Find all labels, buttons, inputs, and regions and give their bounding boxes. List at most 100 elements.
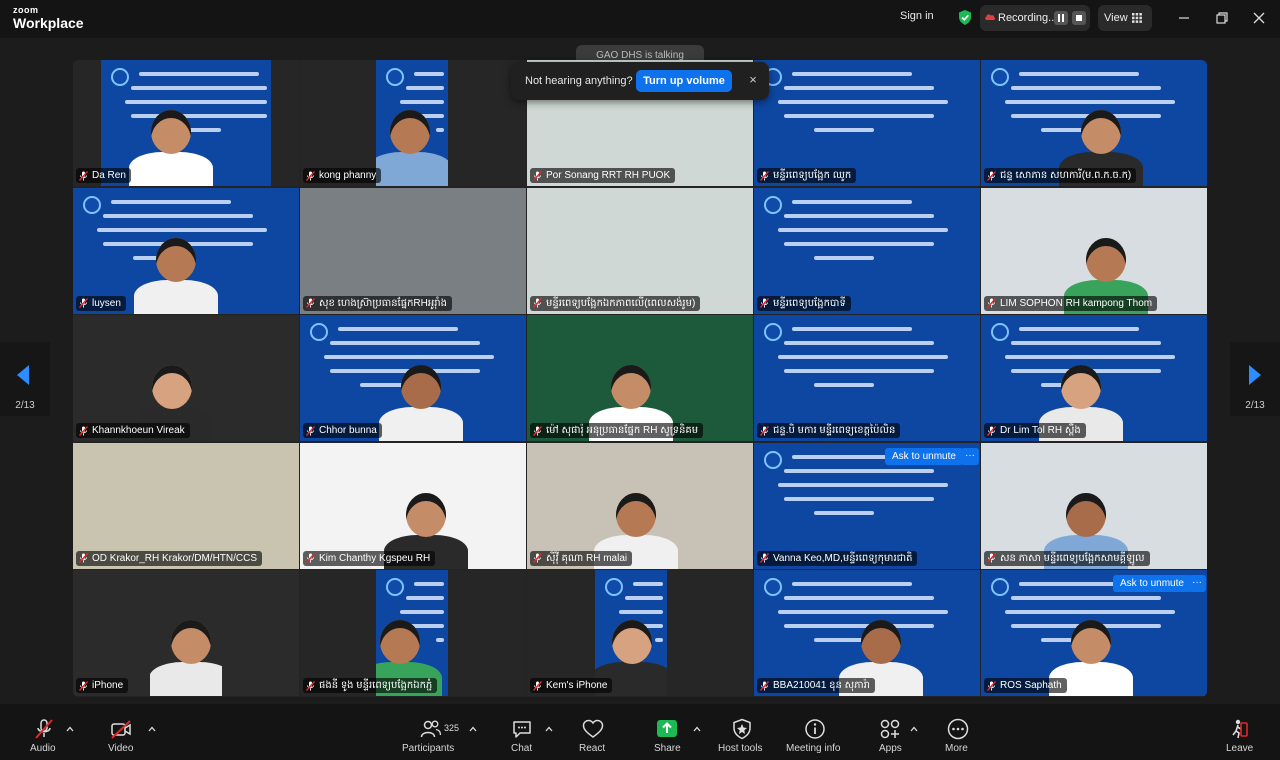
video-label: Video <box>108 743 134 754</box>
apps-button[interactable]: Apps <box>876 718 904 760</box>
apps-label: Apps <box>879 743 902 754</box>
participant-name: ម៉ៅ សុផារ៉ុ អនុប្រធានផ្នែក RH សូទ្រនិគម <box>546 425 699 436</box>
pause-recording-button[interactable] <box>1054 11 1068 25</box>
participant-name-tag: BBA210041 ឧុន សុភារ៉ា <box>757 678 876 693</box>
participant-tile[interactable]: សន ភាសា មន្ទីរពេទ្យបង្អែកសាមគ្គីឡូល <box>981 442 1207 569</box>
arrow-right-icon <box>1249 365 1261 385</box>
more-button[interactable]: More <box>942 718 974 760</box>
tile-more-options-button[interactable]: ··· <box>961 447 979 465</box>
video-feed <box>300 187 526 314</box>
ministry-emblem-icon <box>991 578 1009 596</box>
participant-torso <box>376 152 448 186</box>
banner-text-line <box>778 610 948 614</box>
participant-head <box>406 492 446 537</box>
mic-muted-icon <box>760 298 769 308</box>
participant-tile[interactable]: ជន្ទ សោភាន សហការី(ម.ព.ក.ច.ក) <box>981 60 1207 186</box>
recording-indicator[interactable]: Recording... <box>980 5 1090 31</box>
video-feed <box>376 60 448 186</box>
video-button[interactable]: Video <box>106 718 138 760</box>
ministry-emblem-icon <box>386 578 404 596</box>
participant-tile[interactable]: ផងនី ទូង មន្ទីរពេទ្យបង្អែកឯកភ្ជំ <box>300 570 526 696</box>
close-window-icon[interactable] <box>1250 9 1268 27</box>
participant-tile[interactable]: សុខ ហេងស្រ៊ាប្រធានផ្នែកRHអូរ៉ាំង <box>300 187 526 314</box>
tile-more-options-button[interactable]: ··· <box>1188 575 1206 592</box>
audio-button[interactable]: Audio <box>28 718 60 760</box>
participant-tile[interactable]: iPhone <box>73 570 299 696</box>
previous-page-button[interactable]: 2/13 <box>0 342 50 416</box>
apps-options-caret-icon[interactable] <box>910 726 918 732</box>
banner-text-line <box>814 510 874 515</box>
participant-tile[interactable]: LIM SOPHON RH kampong Thom <box>981 187 1207 314</box>
ask-to-unmute-button[interactable]: Ask to unmute <box>1113 575 1191 592</box>
participant-tile[interactable]: kong phanny <box>300 60 526 186</box>
next-page-button[interactable]: 2/13 <box>1230 342 1280 416</box>
mic-muted-icon <box>987 680 996 691</box>
participant-name-tag: Khannkhoeun Vireak <box>76 423 190 438</box>
banner-text-line <box>784 86 934 90</box>
share-options-caret-icon[interactable] <box>693 726 701 732</box>
participants-options-caret-icon[interactable] <box>469 726 477 732</box>
participant-tile[interactable]: មន្ទីរពេទ្យបង្អែកឯកភាពលើ(ពេលសង់រូម) <box>527 187 753 314</box>
minimize-window-icon[interactable] <box>1175 9 1193 27</box>
chat-label: Chat <box>511 743 533 754</box>
participant-tile[interactable]: luysen <box>73 187 299 314</box>
banner-text-line <box>784 468 934 473</box>
host-tools-button[interactable]: Host tools <box>716 718 768 760</box>
participant-head <box>611 365 651 409</box>
participant-tile[interactable]: Khannkhoeun Vireak <box>73 315 299 441</box>
mic-muted-icon <box>79 170 88 181</box>
participant-tile[interactable]: ស៊ីវុី គុណា RH malai <box>527 442 753 569</box>
mic-muted-icon <box>760 170 769 181</box>
participant-name: iPhone <box>92 680 124 691</box>
participant-tile[interactable]: Chhor bunna <box>300 315 526 441</box>
participant-name-tag: Kem's iPhone <box>530 678 613 693</box>
stop-recording-button[interactable] <box>1072 11 1086 25</box>
leave-button[interactable]: Leave <box>1224 718 1254 760</box>
participant-tile[interactable]: Kim Chanthy Kgspeu RH <box>300 442 526 569</box>
zoom-logo: zoom Workplace <box>13 6 84 31</box>
ministry-emblem-icon <box>764 450 782 469</box>
participant-tile[interactable]: BBA210041 ឧុន សុភារ៉ា <box>754 570 980 696</box>
chat-options-caret-icon[interactable] <box>545 726 553 732</box>
encryption-shield-icon[interactable] <box>958 10 972 25</box>
participant-name-tag: ស៊ីវុី គុណា RH malai <box>530 550 633 566</box>
ask-to-unmute-button[interactable]: Ask to unmute <box>885 447 963 465</box>
banner-text-line <box>778 227 948 232</box>
turn-up-volume-button[interactable]: Turn up volume <box>636 70 732 92</box>
participant-tile[interactable]: Kem's iPhone <box>527 570 753 696</box>
ministry-emblem-icon <box>991 323 1009 341</box>
participant-tile[interactable]: Dr Lim Tol RH ស្ពឺង <box>981 315 1207 441</box>
participant-head <box>1086 237 1126 282</box>
participant-tile[interactable]: Da Ren <box>73 60 299 186</box>
participant-tile[interactable]: ម៉ៅ សុផារ៉ុ អនុប្រធានផ្នែក RH សូទ្រនិគម <box>527 315 753 441</box>
participant-name-tag: OD Krakor_RH Krakor/DM/HTN/CCS <box>76 550 263 566</box>
ministry-emblem-icon <box>83 195 101 214</box>
participant-tile[interactable]: Vanna Keo,MD,មន្ទីរពេទ្យកុមារជាតិ Ask to … <box>754 442 980 569</box>
participant-name-tag: ROS Saphath <box>984 678 1067 693</box>
participants-button[interactable]: 325 Participants <box>400 718 464 760</box>
participant-torso <box>134 279 218 314</box>
banner-text-line <box>338 327 458 331</box>
participant-tile[interactable]: ជន្ទ.បិ មការ មន្ទីរពេទ្យខេត្តប៉ៃលិន <box>754 315 980 441</box>
participant-name-tag: Vanna Keo,MD,មន្ទីរពេទ្យកុមារជាតិ <box>757 550 918 566</box>
participant-tile[interactable]: មន្ទីរពេទ្យបង្អែកបាទី <box>754 187 980 314</box>
audio-options-caret-icon[interactable] <box>66 726 74 732</box>
share-button[interactable]: Share <box>652 718 682 760</box>
banner-text-line <box>655 638 663 642</box>
host-tools-shield-icon <box>733 718 751 740</box>
participant-tile[interactable]: មន្ទីរពេទ្យបង្អែក ឈូក <box>754 60 980 186</box>
ministry-emblem-icon <box>310 323 328 341</box>
chat-button[interactable]: Chat <box>508 718 536 760</box>
more-dots-icon <box>947 718 969 740</box>
participant-name: សុខ ហេងស្រ៊ាប្រធានផ្នែកRHអូរ៉ាំង <box>319 297 447 309</box>
view-button[interactable]: View <box>1098 5 1152 31</box>
participant-tile[interactable]: ROS Saphath Ask to unmute ··· <box>981 570 1207 696</box>
recording-label: Recording... <box>998 12 1058 24</box>
react-button[interactable]: React <box>576 718 610 760</box>
participant-tile[interactable]: OD Krakor_RH Krakor/DM/HTN/CCS <box>73 442 299 569</box>
close-toast-button[interactable]: × <box>745 72 761 88</box>
sign-in-link[interactable]: Sign in <box>900 10 934 22</box>
video-options-caret-icon[interactable] <box>148 726 156 732</box>
restore-window-icon[interactable] <box>1212 9 1230 27</box>
meeting-info-button[interactable]: Meeting info <box>784 718 846 760</box>
